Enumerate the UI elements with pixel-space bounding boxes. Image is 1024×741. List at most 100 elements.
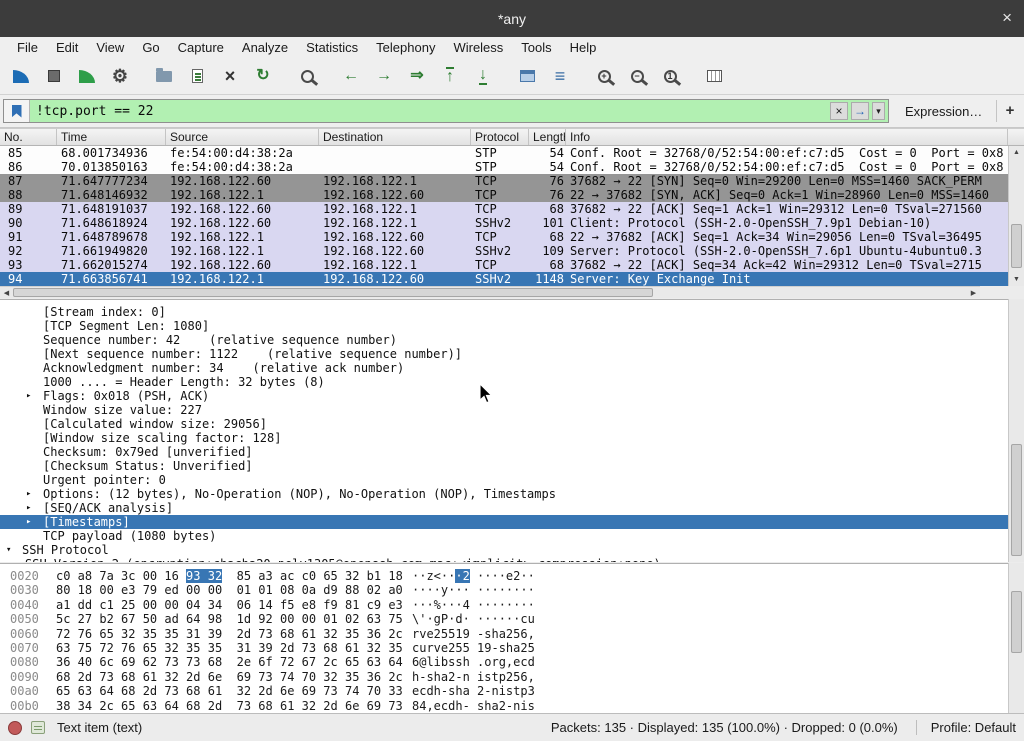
- column-header-protocol[interactable]: Protocol: [471, 129, 529, 145]
- find-packet-icon[interactable]: [292, 62, 322, 90]
- menu-help[interactable]: Help: [561, 37, 606, 58]
- packet-row[interactable]: 9171.648789678192.168.122.1192.168.122.6…: [0, 230, 1008, 244]
- detail-line[interactable]: ▾SSH Protocol: [0, 543, 1008, 557]
- menu-statistics[interactable]: Statistics: [297, 37, 367, 58]
- detail-line[interactable]: Acknowledgment number: 34 (relative ack …: [0, 361, 1008, 375]
- resize-columns-icon[interactable]: [699, 62, 729, 90]
- packet-row[interactable]: 8771.647777234192.168.122.60192.168.122.…: [0, 174, 1008, 188]
- scroll-right-icon[interactable]: ▶: [967, 287, 980, 298]
- go-to-packet-icon[interactable]: ⇒: [402, 62, 432, 90]
- details-scrollbar[interactable]: [1008, 299, 1024, 562]
- go-last-packet-icon[interactable]: ↓: [468, 62, 498, 90]
- packet-row[interactable]: 9271.661949820192.168.122.1192.168.122.6…: [0, 244, 1008, 258]
- hex-row[interactable]: 007063 75 72 76 65 32 35 35 31 39 2d 73 …: [10, 641, 1008, 655]
- menu-telephony[interactable]: Telephony: [367, 37, 444, 58]
- detail-line[interactable]: ▸Flags: 0x018 (PSH, ACK): [0, 389, 1008, 403]
- detail-line[interactable]: Sequence number: 42 (relative sequence n…: [0, 333, 1008, 347]
- stop-capture-icon[interactable]: [39, 62, 69, 90]
- capture-options-icon[interactable]: ⚙: [105, 62, 135, 90]
- hex-scrollbar[interactable]: [1008, 563, 1024, 713]
- display-filter-field[interactable]: !tcp.port == 22 × → ▾: [3, 99, 889, 123]
- detail-line[interactable]: [Calculated window size: 29056]: [0, 417, 1008, 431]
- hex-row[interactable]: 003080 18 00 e3 79 ed 00 00 01 01 08 0a …: [10, 583, 1008, 597]
- detail-line[interactable]: [Next sequence number: 1122 (relative se…: [0, 347, 1008, 361]
- detail-line[interactable]: [Stream index: 0]: [0, 305, 1008, 319]
- hex-row[interactable]: 006072 76 65 32 35 35 31 39 2d 73 68 61 …: [10, 627, 1008, 641]
- filter-apply-icon[interactable]: →: [851, 102, 869, 120]
- detail-line[interactable]: Urgent pointer: 0: [0, 473, 1008, 487]
- menu-edit[interactable]: Edit: [47, 37, 87, 58]
- details-scroll-thumb[interactable]: [1011, 444, 1022, 556]
- packet-list-scrollbar[interactable]: ▲ ▼: [1008, 146, 1024, 286]
- packet-list-hscrollbar[interactable]: ◀ ▶: [0, 286, 980, 298]
- packet-row[interactable]: 8971.648191037192.168.122.60192.168.122.…: [0, 202, 1008, 216]
- zoom-original-icon[interactable]: 1: [655, 62, 685, 90]
- menu-analyze[interactable]: Analyze: [233, 37, 297, 58]
- detail-line[interactable]: Window size value: 227: [0, 403, 1008, 417]
- add-filter-button[interactable]: +: [1001, 101, 1019, 119]
- hex-row[interactable]: 0020c0 a8 7a 3c 00 16 93 32 85 a3 ac c0 …: [10, 569, 1008, 583]
- menu-go[interactable]: Go: [133, 37, 168, 58]
- capture-comment-icon[interactable]: [31, 721, 45, 734]
- packet-row[interactable]: 9471.663856741192.168.122.1192.168.122.6…: [0, 272, 1008, 286]
- expand-icon[interactable]: ▸: [26, 515, 31, 529]
- column-header-no[interactable]: No.: [0, 129, 57, 145]
- go-first-packet-icon[interactable]: ↑: [435, 62, 465, 90]
- hex-row[interactable]: 00a065 63 64 68 2d 73 68 61 32 2d 6e 69 …: [10, 684, 1008, 698]
- detail-line[interactable]: Checksum: 0x79ed [unverified]: [0, 445, 1008, 459]
- zoom-out-icon[interactable]: −: [622, 62, 652, 90]
- packet-row[interactable]: 9071.648618924192.168.122.60192.168.122.…: [0, 216, 1008, 230]
- close-window-icon[interactable]: ×: [1002, 9, 1012, 26]
- save-file-icon[interactable]: [182, 62, 212, 90]
- menu-wireless[interactable]: Wireless: [444, 37, 512, 58]
- autoscroll-icon[interactable]: [512, 62, 542, 90]
- open-file-icon[interactable]: [149, 62, 179, 90]
- filter-dropdown-icon[interactable]: ▾: [872, 102, 885, 120]
- detail-line[interactable]: ▸[SEQ/ACK analysis]: [0, 501, 1008, 515]
- expand-icon[interactable]: ▸: [26, 487, 31, 501]
- status-profile[interactable]: Profile: Default: [916, 720, 1016, 735]
- column-header-source[interactable]: Source: [166, 129, 319, 145]
- hex-row[interactable]: 009068 2d 73 68 61 32 2d 6e 69 73 74 70 …: [10, 670, 1008, 684]
- go-back-icon[interactable]: ←: [336, 62, 366, 90]
- menu-tools[interactable]: Tools: [512, 37, 560, 58]
- packet-row[interactable]: 8871.648146932192.168.122.1192.168.122.6…: [0, 188, 1008, 202]
- detail-line[interactable]: [TCP Segment Len: 1080]: [0, 319, 1008, 333]
- column-header-time[interactable]: Time: [57, 129, 166, 145]
- hex-row[interactable]: 00505c 27 b2 67 50 ad 64 98 1d 92 00 00 …: [10, 612, 1008, 626]
- filter-clear-icon[interactable]: ×: [830, 102, 848, 120]
- menu-capture[interactable]: Capture: [169, 37, 233, 58]
- restart-capture-icon[interactable]: [72, 62, 102, 90]
- detail-line[interactable]: TCP payload (1080 bytes): [0, 529, 1008, 543]
- zoom-in-icon[interactable]: +: [589, 62, 619, 90]
- column-header-dest[interactable]: Destination: [319, 129, 471, 145]
- reload-icon[interactable]: ↻: [248, 62, 278, 90]
- collapse-icon[interactable]: ▾: [6, 543, 11, 557]
- scroll-down-icon[interactable]: ▼: [1009, 273, 1024, 286]
- colorize-icon[interactable]: ≡: [545, 62, 575, 90]
- expand-icon[interactable]: ▸: [26, 501, 31, 515]
- detail-line[interactable]: [Checksum Status: Unverified]: [0, 459, 1008, 473]
- scroll-up-icon[interactable]: ▲: [1009, 146, 1024, 159]
- filter-bookmark-icon[interactable]: [4, 100, 30, 122]
- hscroll-thumb[interactable]: [13, 288, 653, 297]
- packet-row[interactable]: 8568.001734936fe:54:00:d4:38:2aSTP54Conf…: [0, 146, 1008, 160]
- detail-line[interactable]: [Window size scaling factor: 128]: [0, 431, 1008, 445]
- column-header-info[interactable]: Info: [566, 129, 1008, 145]
- hex-row[interactable]: 008036 40 6c 69 62 73 73 68 2e 6f 72 67 …: [10, 655, 1008, 669]
- scroll-left-icon[interactable]: ◀: [0, 287, 13, 298]
- expert-info-icon[interactable]: [8, 721, 22, 735]
- menu-view[interactable]: View: [87, 37, 133, 58]
- hex-row[interactable]: 0040a1 dd c1 25 00 00 04 34 06 14 f5 e8 …: [10, 598, 1008, 612]
- detail-line[interactable]: 1000 .... = Header Length: 32 bytes (8): [0, 375, 1008, 389]
- detail-line[interactable]: ▸Options: (12 bytes), No-Operation (NOP)…: [0, 487, 1008, 501]
- start-capture-icon[interactable]: [6, 62, 36, 90]
- detail-line[interactable]: ▸[Timestamps]: [0, 515, 1008, 529]
- column-header-length[interactable]: Length: [529, 129, 566, 145]
- close-file-icon[interactable]: ×: [215, 62, 245, 90]
- menu-file[interactable]: File: [8, 37, 47, 58]
- filter-input-value[interactable]: !tcp.port == 22: [30, 104, 153, 119]
- packet-row[interactable]: 8670.013850163fe:54:00:d4:38:2aSTP54Conf…: [0, 160, 1008, 174]
- hex-row[interactable]: 00b038 34 2c 65 63 64 68 2d 73 68 61 32 …: [10, 699, 1008, 713]
- hex-scroll-thumb[interactable]: [1011, 591, 1022, 653]
